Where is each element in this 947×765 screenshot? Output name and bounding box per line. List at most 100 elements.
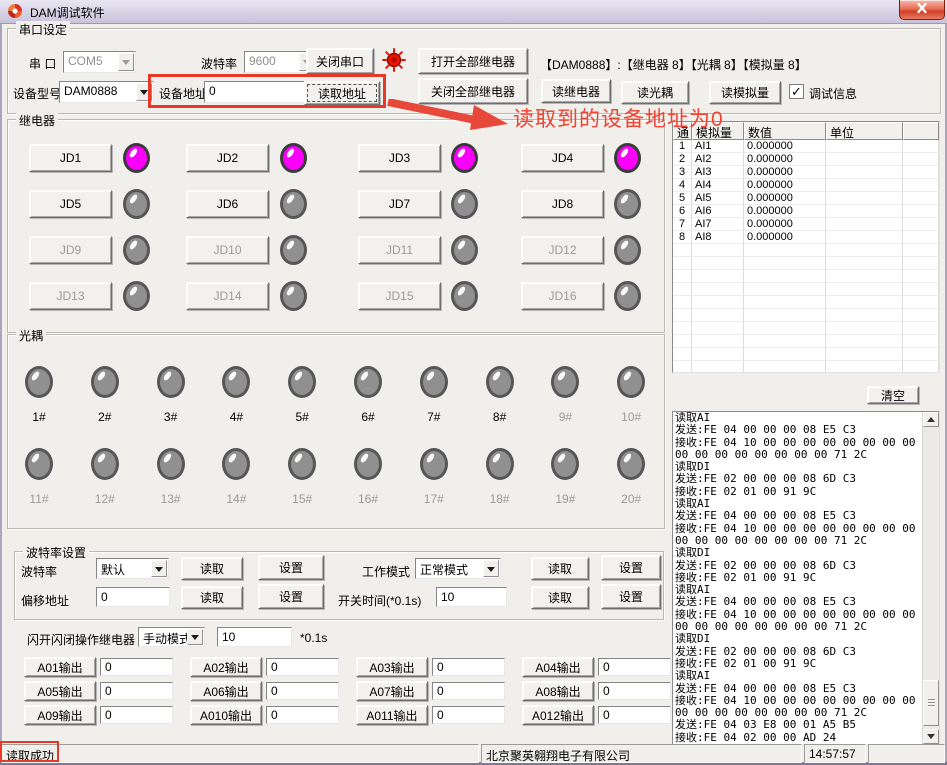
- output-button-A05[interactable]: A05输出: [24, 681, 96, 701]
- output-button-A09[interactable]: A09输出: [24, 705, 96, 725]
- opto-led-3: [157, 366, 185, 398]
- analog-cell: [673, 335, 692, 348]
- analog-col-header[interactable]: 单位: [826, 122, 903, 140]
- analog-cell: [673, 270, 692, 283]
- work-mode-read-button[interactable]: 读取: [531, 557, 589, 580]
- switch-time-input[interactable]: 10: [436, 587, 507, 607]
- log-scrollbar[interactable]: [922, 412, 939, 744]
- scroll-down-icon[interactable]: [923, 729, 939, 744]
- analog-cell: 0.000000: [744, 205, 826, 218]
- switch-time-set-button[interactable]: 设置: [601, 584, 661, 609]
- switch-time-read-button[interactable]: 读取: [531, 586, 589, 609]
- output-value-A010[interactable]: 0: [266, 706, 339, 724]
- output-button-A011[interactable]: A011输出: [356, 705, 428, 725]
- relay-button-jd10[interactable]: JD10: [186, 236, 269, 264]
- opto-label-13: 13#: [149, 492, 193, 506]
- relay-button-jd1[interactable]: JD1: [29, 144, 112, 172]
- relay-button-jd15[interactable]: JD15: [358, 282, 441, 310]
- opto-label-6: 6#: [346, 410, 390, 424]
- chevron-down-icon[interactable]: [151, 560, 167, 577]
- device-model-label: 设备型号: [13, 85, 61, 102]
- port-combobox[interactable]: COM5: [63, 51, 136, 73]
- relay-button-jd6[interactable]: JD6: [186, 190, 269, 218]
- relay-button-jd13[interactable]: JD13: [29, 282, 112, 310]
- analog-cell: [692, 296, 744, 309]
- analog-col-header[interactable]: 数值: [744, 122, 826, 140]
- output-button-A04[interactable]: A04输出: [522, 657, 594, 677]
- status-message: 读取成功: [1, 744, 479, 763]
- output-value-A07[interactable]: 0: [432, 682, 505, 700]
- analog-table[interactable]: 通模拟量数值单位1AI10.0000002AI20.0000003AI30.00…: [672, 121, 940, 373]
- output-button-A012[interactable]: A012输出: [522, 705, 594, 725]
- analog-cell: [826, 257, 903, 270]
- relay-button-jd14[interactable]: JD14: [186, 282, 269, 310]
- output-button-A08[interactable]: A08输出: [522, 681, 594, 701]
- relay-button-jd16[interactable]: JD16: [521, 282, 604, 310]
- scroll-up-icon[interactable]: [923, 412, 939, 427]
- relay-button-jd3[interactable]: JD3: [358, 144, 441, 172]
- relay-button-jd8[interactable]: JD8: [521, 190, 604, 218]
- close-port-button[interactable]: 关闭串口: [306, 48, 374, 74]
- annotation-text: 读取到的设备地址为0: [513, 103, 724, 133]
- baud-setting-combobox[interactable]: 默认: [96, 558, 169, 579]
- output-button-A07[interactable]: A07输出: [356, 681, 428, 701]
- output-value-A03[interactable]: 0: [432, 658, 505, 676]
- relay-button-jd11[interactable]: JD11: [358, 236, 441, 264]
- offset-read-button[interactable]: 读取: [181, 586, 243, 609]
- output-value-A012[interactable]: 0: [598, 706, 671, 724]
- output-button-A010[interactable]: A010输出: [190, 705, 262, 725]
- baud-set-button[interactable]: 设置: [258, 555, 324, 580]
- analog-empty-row: [673, 348, 939, 361]
- flash-time-input[interactable]: 10: [217, 627, 292, 647]
- device-model-combobox[interactable]: DAM0888: [59, 81, 154, 103]
- output-button-A06[interactable]: A06输出: [190, 681, 262, 701]
- analog-cell: [903, 361, 939, 373]
- output-value-A09[interactable]: 0: [100, 706, 173, 724]
- read-analog-button[interactable]: 读模拟量: [709, 81, 781, 104]
- output-value-A011[interactable]: 0: [432, 706, 505, 724]
- analog-cell: [744, 322, 826, 335]
- offset-set-button[interactable]: 设置: [258, 584, 324, 609]
- output-button-A01[interactable]: A01输出: [24, 657, 96, 677]
- output-value-A01[interactable]: 0: [100, 658, 173, 676]
- output-button-A03[interactable]: A03输出: [356, 657, 428, 677]
- work-mode-combobox[interactable]: 正常模式: [415, 558, 501, 579]
- chevron-down-icon[interactable]: [118, 53, 134, 71]
- clear-log-button[interactable]: 清空: [867, 386, 919, 404]
- chevron-down-icon[interactable]: [187, 629, 203, 645]
- relay-button-jd5[interactable]: JD5: [29, 190, 112, 218]
- status-company: 北京聚英翱翔电子有限公司: [481, 744, 802, 763]
- relay-button-jd2[interactable]: JD2: [186, 144, 269, 172]
- output-value-A04[interactable]: 0: [598, 658, 671, 676]
- annotation-highlight-frame: [148, 74, 386, 108]
- output-value-A05[interactable]: 0: [100, 682, 173, 700]
- title-bar[interactable]: DAM调试软件: [0, 0, 947, 24]
- scrollbar-thumb[interactable]: [923, 680, 939, 726]
- baud-read-button[interactable]: 读取: [181, 557, 243, 580]
- close-button[interactable]: [899, 0, 945, 20]
- flash-mode-combobox[interactable]: 手动模式: [138, 627, 205, 647]
- work-mode-set-button[interactable]: 设置: [601, 555, 661, 580]
- output-value-A08[interactable]: 0: [598, 682, 671, 700]
- analog-col-header[interactable]: [903, 122, 939, 140]
- log-line: 发送:FE 04 00 00 00 08 E5 C3: [675, 510, 921, 522]
- relay-button-jd12[interactable]: JD12: [521, 236, 604, 264]
- analog-cell: [826, 140, 903, 153]
- analog-cell: AI3: [692, 166, 744, 179]
- read-opto-button[interactable]: 读光耦: [621, 81, 689, 104]
- relay-button-jd4[interactable]: JD4: [521, 144, 604, 172]
- analog-cell: [826, 205, 903, 218]
- output-value-A02[interactable]: 0: [266, 658, 339, 676]
- log-line: 读取AI: [675, 670, 921, 682]
- debug-info-checkbox[interactable]: ✓: [789, 84, 804, 99]
- relay-button-jd9[interactable]: JD9: [29, 236, 112, 264]
- read-relay-button[interactable]: 读继电器: [541, 79, 611, 103]
- open-all-relays-button[interactable]: 打开全部继电器: [418, 48, 528, 74]
- analog-cell: [692, 361, 744, 373]
- output-button-A02[interactable]: A02输出: [190, 657, 262, 677]
- chevron-down-icon[interactable]: [483, 560, 499, 577]
- debug-log[interactable]: 读取AI发送:FE 04 00 00 00 08 E5 C3接收:FE 04 1…: [672, 411, 940, 745]
- offset-addr-input[interactable]: 0: [96, 587, 170, 607]
- relay-button-jd7[interactable]: JD7: [358, 190, 441, 218]
- output-value-A06[interactable]: 0: [266, 682, 339, 700]
